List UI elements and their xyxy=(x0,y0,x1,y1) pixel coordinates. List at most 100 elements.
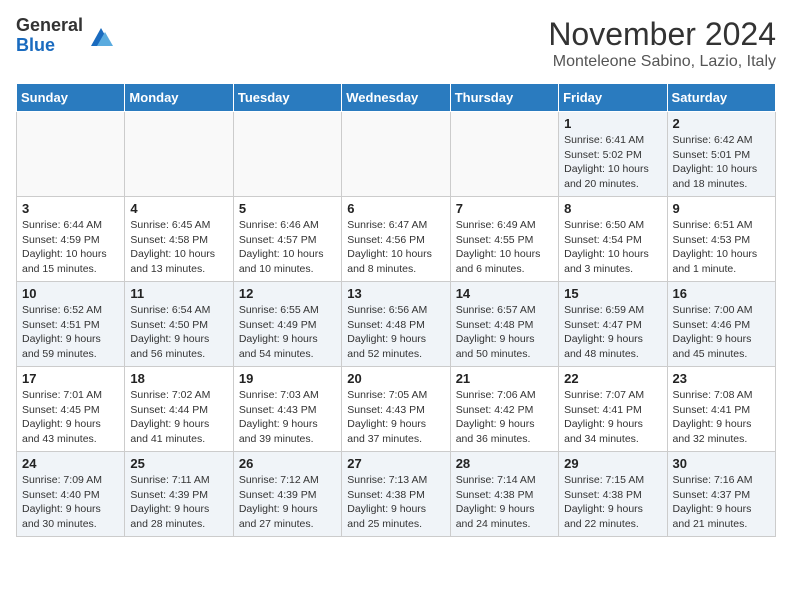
day-cell: 9 Sunrise: 6:51 AM Sunset: 4:53 PM Daylig… xyxy=(667,197,775,282)
day-cell: 30Sunrise: 7:16 AM Sunset: 4:37 PM Dayli… xyxy=(667,452,775,537)
day-number: 7 xyxy=(456,201,553,216)
header-day-tuesday: Tuesday xyxy=(233,84,341,112)
day-info: Sunrise: 6:41 AM Sunset: 5:02 PM Dayligh… xyxy=(564,133,661,192)
day-info: Sunrise: 6:56 AM Sunset: 4:48 PM Dayligh… xyxy=(347,303,444,362)
day-number: 11 xyxy=(130,286,227,301)
day-info: Sunrise: 7:11 AM Sunset: 4:39 PM Dayligh… xyxy=(130,473,227,532)
day-cell: 17 Sunrise: 7:01 AM Sunset: 4:45 PM Dayli… xyxy=(17,367,125,452)
day-number: 3 xyxy=(22,201,119,216)
day-cell xyxy=(342,112,450,197)
day-number: 8 xyxy=(564,201,661,216)
day-cell: 15 Sunrise: 6:59 AM Sunset: 4:47 PM Dayli… xyxy=(559,282,667,367)
location-title: Monteleone Sabino, Lazio, Italy xyxy=(548,53,776,71)
day-info: Sunrise: 7:13 AM Sunset: 4:38 PM Dayligh… xyxy=(347,473,444,532)
day-number: 15 xyxy=(564,286,661,301)
title-block: November 2024 Monteleone Sabino, Lazio, … xyxy=(548,16,776,71)
calendar-table: SundayMondayTuesdayWednesdayThursdayFrid… xyxy=(16,83,776,537)
week-row-4: 17 Sunrise: 7:01 AM Sunset: 4:45 PM Dayli… xyxy=(17,367,776,452)
day-cell: 16 Sunrise: 7:00 AM Sunset: 4:46 PM Dayli… xyxy=(667,282,775,367)
day-cell: 13Sunrise: 6:56 AM Sunset: 4:48 PM Dayli… xyxy=(342,282,450,367)
logo: General Blue xyxy=(16,16,115,56)
header-day-saturday: Saturday xyxy=(667,84,775,112)
day-info: Sunrise: 6:49 AM Sunset: 4:55 PM Dayligh… xyxy=(456,218,553,277)
day-number: 21 xyxy=(456,371,553,386)
day-info: Sunrise: 7:07 AM Sunset: 4:41 PM Dayligh… xyxy=(564,388,661,447)
day-number: 2 xyxy=(673,116,770,131)
day-info: Sunrise: 6:51 AM Sunset: 4:53 PM Dayligh… xyxy=(673,218,770,277)
day-cell: 7 Sunrise: 6:49 AM Sunset: 4:55 PM Daylig… xyxy=(450,197,558,282)
day-info: Sunrise: 6:55 AM Sunset: 4:49 PM Dayligh… xyxy=(239,303,336,362)
day-cell xyxy=(17,112,125,197)
day-cell: 26 Sunrise: 7:12 AM Sunset: 4:39 PM Dayli… xyxy=(233,452,341,537)
page-header: General Blue November 2024 Monteleone Sa… xyxy=(16,16,776,71)
day-cell: 5 Sunrise: 6:46 AM Sunset: 4:57 PM Daylig… xyxy=(233,197,341,282)
day-cell: 19 Sunrise: 7:03 AM Sunset: 4:43 PM Dayli… xyxy=(233,367,341,452)
day-number: 9 xyxy=(673,201,770,216)
day-cell: 24Sunrise: 7:09 AM Sunset: 4:40 PM Dayli… xyxy=(17,452,125,537)
day-number: 26 xyxy=(239,456,336,471)
day-cell: 20Sunrise: 7:05 AM Sunset: 4:43 PM Dayli… xyxy=(342,367,450,452)
day-cell: 23 Sunrise: 7:08 AM Sunset: 4:41 PM Dayli… xyxy=(667,367,775,452)
day-info: Sunrise: 7:01 AM Sunset: 4:45 PM Dayligh… xyxy=(22,388,119,447)
header-day-monday: Monday xyxy=(125,84,233,112)
day-number: 29 xyxy=(564,456,661,471)
day-number: 4 xyxy=(130,201,227,216)
day-number: 10 xyxy=(22,286,119,301)
day-number: 12 xyxy=(239,286,336,301)
day-cell: 11 Sunrise: 6:54 AM Sunset: 4:50 PM Dayli… xyxy=(125,282,233,367)
header-day-thursday: Thursday xyxy=(450,84,558,112)
day-info: Sunrise: 6:52 AM Sunset: 4:51 PM Dayligh… xyxy=(22,303,119,362)
day-info: Sunrise: 7:08 AM Sunset: 4:41 PM Dayligh… xyxy=(673,388,770,447)
day-info: Sunrise: 7:03 AM Sunset: 4:43 PM Dayligh… xyxy=(239,388,336,447)
day-number: 17 xyxy=(22,371,119,386)
day-number: 1 xyxy=(564,116,661,131)
day-number: 16 xyxy=(673,286,770,301)
day-info: Sunrise: 6:44 AM Sunset: 4:59 PM Dayligh… xyxy=(22,218,119,277)
day-cell: 28Sunrise: 7:14 AM Sunset: 4:38 PM Dayli… xyxy=(450,452,558,537)
week-row-2: 3 Sunrise: 6:44 AM Sunset: 4:59 PM Daylig… xyxy=(17,197,776,282)
day-cell: 8Sunrise: 6:50 AM Sunset: 4:54 PM Daylig… xyxy=(559,197,667,282)
logo-icon xyxy=(87,22,115,50)
day-cell: 21 Sunrise: 7:06 AM Sunset: 4:42 PM Dayli… xyxy=(450,367,558,452)
day-cell: 6 Sunrise: 6:47 AM Sunset: 4:56 PM Daylig… xyxy=(342,197,450,282)
day-number: 18 xyxy=(130,371,227,386)
day-info: Sunrise: 6:47 AM Sunset: 4:56 PM Dayligh… xyxy=(347,218,444,277)
month-title: November 2024 xyxy=(548,16,776,53)
header-row: SundayMondayTuesdayWednesdayThursdayFrid… xyxy=(17,84,776,112)
day-cell: 29Sunrise: 7:15 AM Sunset: 4:38 PM Dayli… xyxy=(559,452,667,537)
week-row-5: 24Sunrise: 7:09 AM Sunset: 4:40 PM Dayli… xyxy=(17,452,776,537)
header-day-sunday: Sunday xyxy=(17,84,125,112)
day-cell: 18Sunrise: 7:02 AM Sunset: 4:44 PM Dayli… xyxy=(125,367,233,452)
day-info: Sunrise: 7:16 AM Sunset: 4:37 PM Dayligh… xyxy=(673,473,770,532)
day-number: 14 xyxy=(456,286,553,301)
day-info: Sunrise: 6:42 AM Sunset: 5:01 PM Dayligh… xyxy=(673,133,770,192)
day-info: Sunrise: 6:46 AM Sunset: 4:57 PM Dayligh… xyxy=(239,218,336,277)
day-cell xyxy=(450,112,558,197)
day-cell: 12 Sunrise: 6:55 AM Sunset: 4:49 PM Dayli… xyxy=(233,282,341,367)
calendar-header: SundayMondayTuesdayWednesdayThursdayFrid… xyxy=(17,84,776,112)
logo-blue: Blue xyxy=(16,36,83,56)
day-cell xyxy=(125,112,233,197)
day-number: 6 xyxy=(347,201,444,216)
day-number: 25 xyxy=(130,456,227,471)
day-info: Sunrise: 6:54 AM Sunset: 4:50 PM Dayligh… xyxy=(130,303,227,362)
logo-general: General xyxy=(16,16,83,36)
day-cell: 1 Sunrise: 6:41 AM Sunset: 5:02 PM Daylig… xyxy=(559,112,667,197)
day-number: 22 xyxy=(564,371,661,386)
week-row-3: 10 Sunrise: 6:52 AM Sunset: 4:51 PM Dayli… xyxy=(17,282,776,367)
day-info: Sunrise: 7:14 AM Sunset: 4:38 PM Dayligh… xyxy=(456,473,553,532)
day-cell: 4Sunrise: 6:45 AM Sunset: 4:58 PM Daylig… xyxy=(125,197,233,282)
day-info: Sunrise: 7:06 AM Sunset: 4:42 PM Dayligh… xyxy=(456,388,553,447)
day-number: 19 xyxy=(239,371,336,386)
day-info: Sunrise: 6:59 AM Sunset: 4:47 PM Dayligh… xyxy=(564,303,661,362)
calendar-body: 1 Sunrise: 6:41 AM Sunset: 5:02 PM Daylig… xyxy=(17,112,776,537)
week-row-1: 1 Sunrise: 6:41 AM Sunset: 5:02 PM Daylig… xyxy=(17,112,776,197)
day-cell: 25 Sunrise: 7:11 AM Sunset: 4:39 PM Dayli… xyxy=(125,452,233,537)
day-number: 5 xyxy=(239,201,336,216)
day-cell: 14Sunrise: 6:57 AM Sunset: 4:48 PM Dayli… xyxy=(450,282,558,367)
day-number: 27 xyxy=(347,456,444,471)
day-info: Sunrise: 7:12 AM Sunset: 4:39 PM Dayligh… xyxy=(239,473,336,532)
day-info: Sunrise: 7:00 AM Sunset: 4:46 PM Dayligh… xyxy=(673,303,770,362)
day-number: 23 xyxy=(673,371,770,386)
day-info: Sunrise: 7:05 AM Sunset: 4:43 PM Dayligh… xyxy=(347,388,444,447)
